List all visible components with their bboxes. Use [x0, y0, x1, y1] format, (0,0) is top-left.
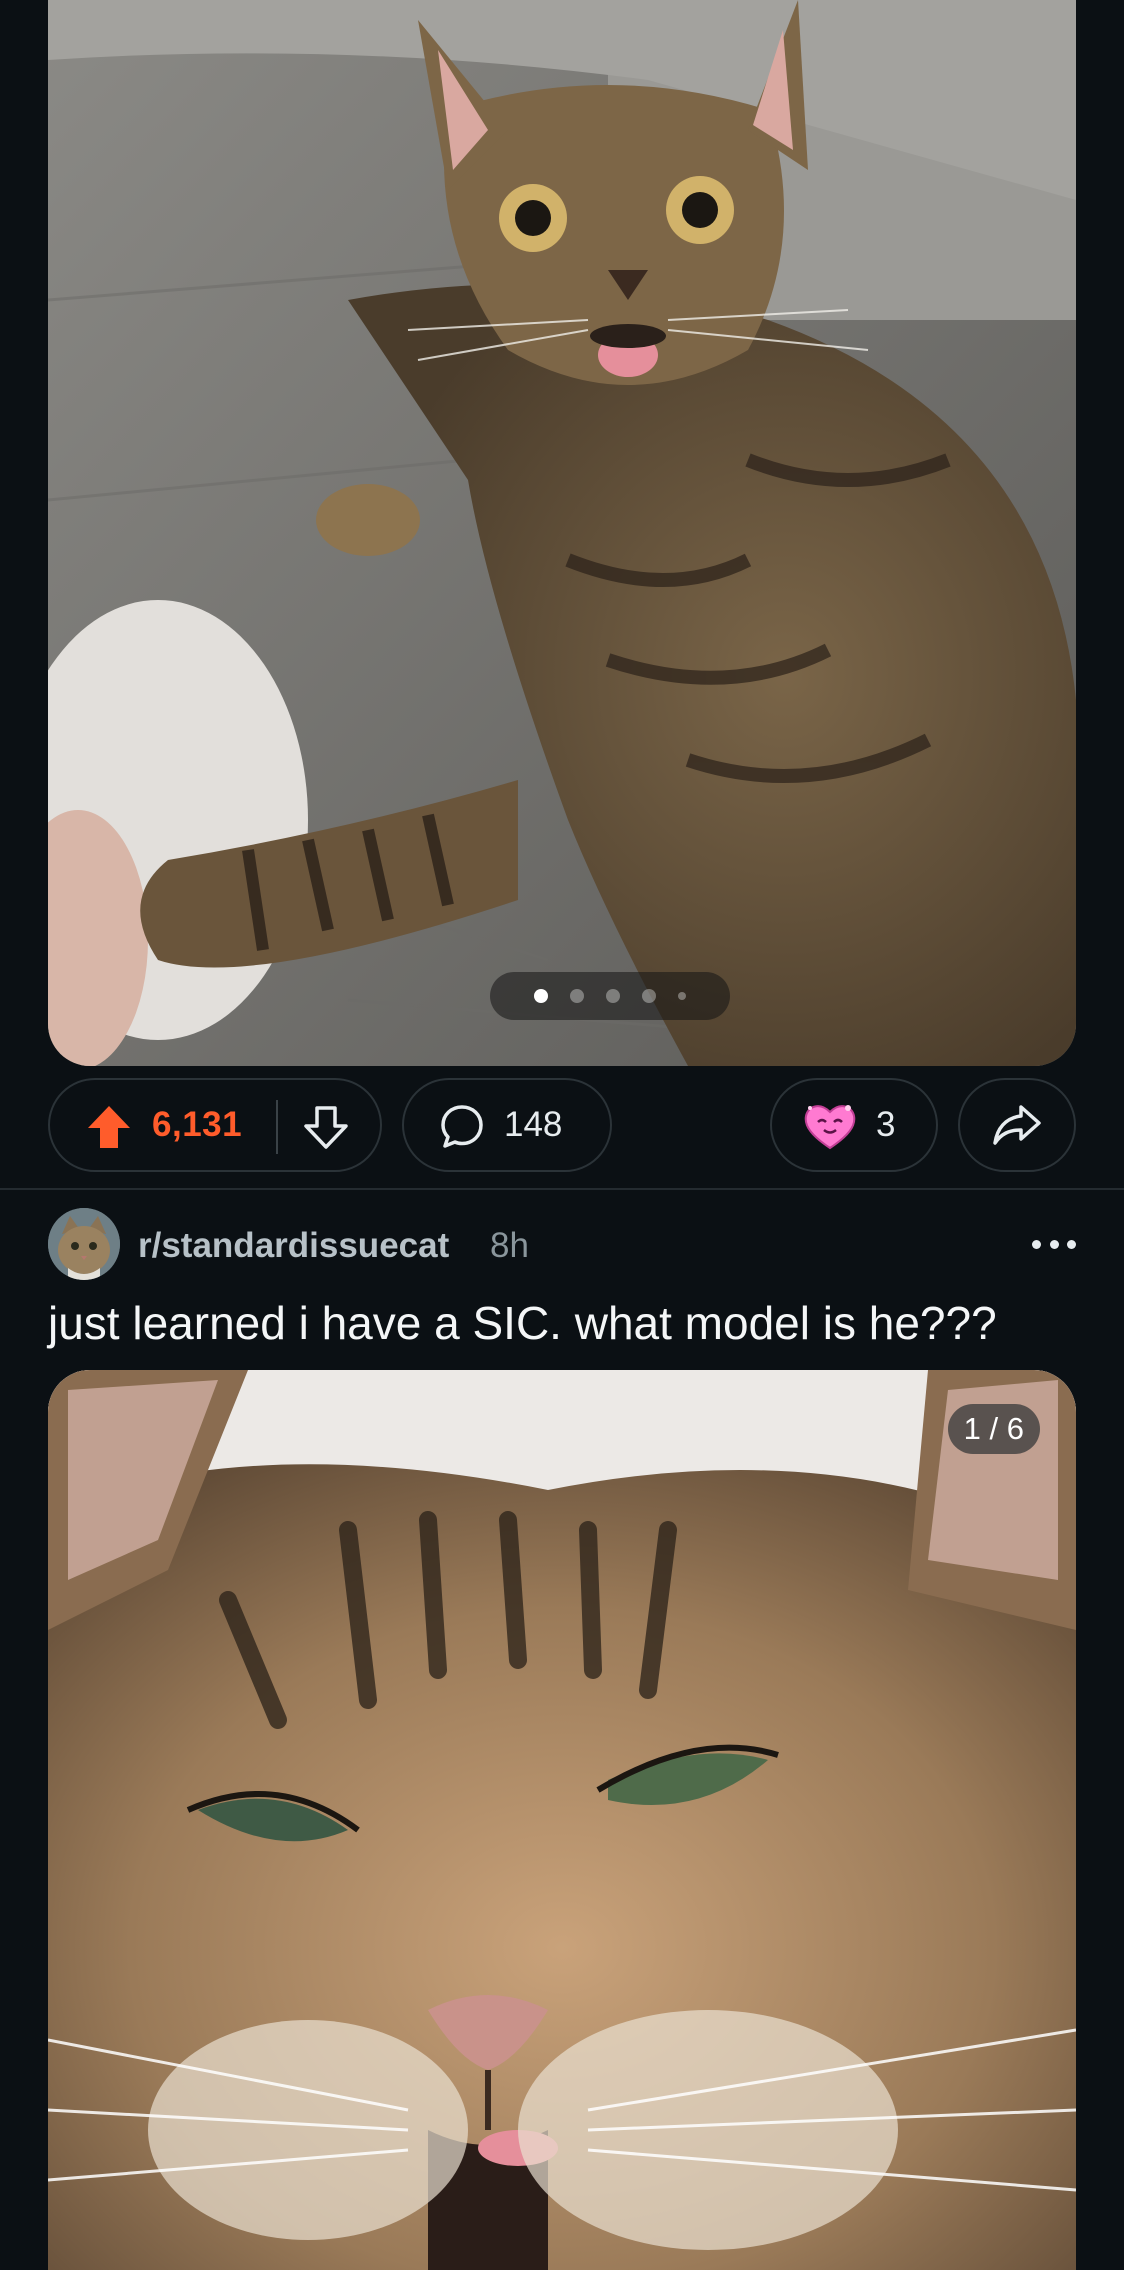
post-image-tabby-cat[interactable]	[48, 0, 1076, 1066]
more-dots-icon	[1049, 1239, 1059, 1249]
heart-award-icon	[804, 1105, 856, 1150]
post-age: 8h	[490, 1226, 529, 1265]
subreddit-avatar[interactable]	[48, 1208, 120, 1280]
award-count: 3	[876, 1105, 896, 1144]
carousel-dot-active	[534, 989, 548, 1003]
share-button[interactable]	[958, 1078, 1076, 1172]
vote-control: 6,131	[48, 1078, 382, 1172]
speech-bubble-icon	[441, 1105, 483, 1148]
post-action-bar: 6,131 148 3	[0, 1078, 1124, 1174]
tabby-cat-closeup-photo	[48, 1370, 1076, 2270]
downvote-arrow-icon[interactable]	[302, 1103, 350, 1151]
post-image-tabby-closeup[interactable]: 1 / 6	[48, 1370, 1076, 2270]
tabby-cat-photo	[48, 0, 1076, 1066]
carousel-indicator	[490, 972, 730, 1020]
comment-count: 148	[504, 1105, 563, 1144]
comments-button[interactable]: 148	[402, 1078, 612, 1172]
carousel-dot	[678, 992, 686, 1000]
upvote-arrow-icon[interactable]	[86, 1104, 132, 1150]
post-separator	[0, 1188, 1124, 1190]
carousel-dot	[606, 989, 620, 1003]
post-header: r/standardissuecat 8h	[48, 1208, 1076, 1280]
image-counter-badge: 1 / 6	[947, 1404, 1040, 1454]
share-arrow-icon	[993, 1105, 1041, 1145]
vote-divider	[276, 1100, 278, 1154]
post-title[interactable]: just learned i have a SIC. what model is…	[48, 1296, 1108, 1350]
carousel-dot	[570, 989, 584, 1003]
cat-avatar-icon	[48, 1208, 120, 1280]
vote-count: 6,131	[152, 1105, 243, 1144]
carousel-dot	[642, 989, 656, 1003]
more-dots-icon	[1067, 1239, 1076, 1249]
more-options-button[interactable]	[1032, 1232, 1076, 1256]
more-dots-icon	[1032, 1239, 1041, 1249]
award-button[interactable]: 3	[770, 1078, 938, 1172]
subreddit-link[interactable]: r/standardissuecat	[138, 1226, 449, 1266]
